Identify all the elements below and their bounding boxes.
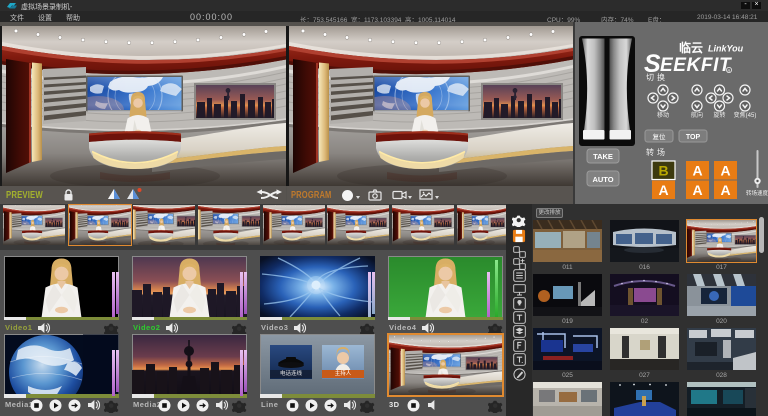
- svg-text:R: R: [728, 68, 731, 73]
- svg-text:移动: 移动: [657, 111, 669, 119]
- svg-text:转场: 转场: [646, 147, 668, 157]
- svg-text:TAKE: TAKE: [593, 152, 613, 161]
- svg-text:变焦(45): 变焦(45): [734, 111, 757, 119]
- svg-text:临云: 临云: [679, 40, 703, 55]
- svg-text:复位: 复位: [653, 132, 667, 141]
- svg-text:LinkYou: LinkYou: [708, 44, 744, 54]
- svg-text:A: A: [720, 163, 730, 179]
- svg-text:航向: 航向: [691, 111, 703, 119]
- svg-text:切换: 切换: [646, 72, 668, 82]
- svg-text:AUTO: AUTO: [592, 175, 613, 184]
- svg-text:EEKFIT: EEKFIT: [660, 55, 732, 76]
- svg-text:A: A: [692, 163, 702, 179]
- svg-text:转场速度: 转场速度: [746, 189, 768, 197]
- svg-text:B: B: [658, 163, 668, 179]
- svg-text:A: A: [720, 182, 730, 198]
- svg-text:TOP: TOP: [686, 134, 701, 141]
- svg-text:A: A: [692, 182, 702, 198]
- svg-text:旋转: 旋转: [713, 111, 725, 119]
- svg-text:A: A: [658, 182, 668, 198]
